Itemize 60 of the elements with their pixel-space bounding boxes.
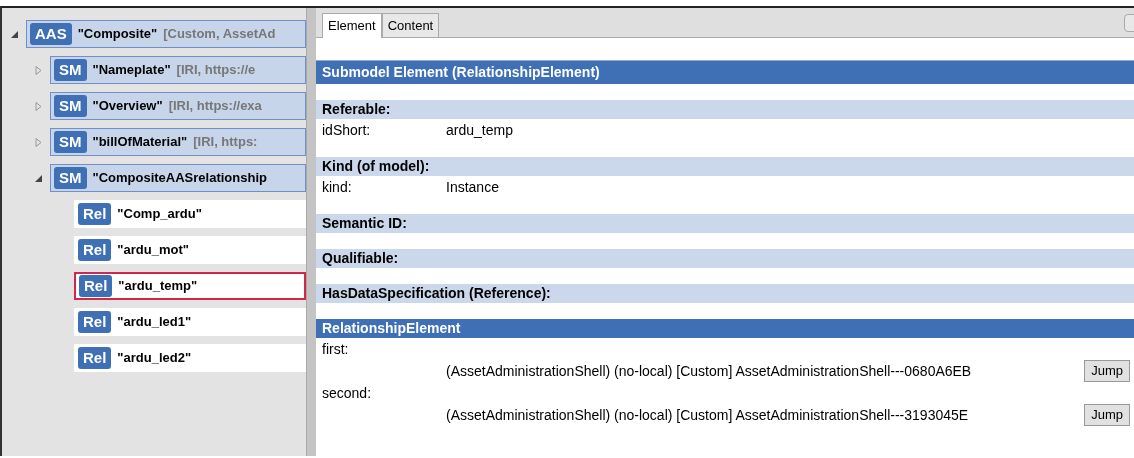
type-badge: AAS (30, 23, 72, 45)
type-badge: Rel (78, 347, 112, 369)
type-badge: SM (54, 167, 87, 189)
item-info: [IRI, https://exa (168, 97, 262, 116)
item-info: [Custom, AssetAd (163, 25, 276, 44)
section-header: Referable: (316, 100, 1134, 119)
type-badge: SM (54, 59, 87, 81)
collapse-icon[interactable] (33, 173, 43, 183)
tree-item[interactable]: Rel "ardu_mot" (74, 236, 306, 264)
expand-icon[interactable] (33, 137, 43, 147)
jump-button[interactable]: Jump (1084, 360, 1130, 382)
item-name: "Nameplate" (92, 61, 171, 80)
field-label: first: (322, 340, 349, 359)
reference-value: (AssetAdministrationShell) (no-local) [Custom] AssetAdministrationShell---0680A6EB (446, 361, 973, 381)
tree-item[interactable]: SM "CompositeAASrelationship (50, 164, 306, 192)
expand-icon[interactable] (33, 65, 43, 75)
section-header: Submodel Element (RelationshipElement) (316, 60, 1134, 84)
tree-item[interactable]: Rel "ardu_temp" (74, 272, 306, 300)
expand-icon[interactable] (33, 101, 43, 111)
section-header: Semantic ID: (316, 214, 1134, 233)
tree-item[interactable]: SM "Nameplate" [IRI, https://e (50, 56, 306, 84)
item-name: "ardu_temp" (118, 277, 198, 296)
item-info: [IRI, https: (193, 133, 258, 152)
field-label: kind: (322, 178, 353, 197)
type-badge: Rel (79, 275, 113, 297)
item-name: "ardu_led1" (117, 313, 192, 332)
toolbar-button[interactable] (1124, 14, 1134, 32)
tree-item[interactable]: Rel "Comp_ardu" (74, 200, 306, 228)
tree-item[interactable]: AAS "Composite" [Custom, AssetAd (26, 20, 306, 48)
item-name: "ardu_led2" (117, 349, 192, 368)
item-name: "Composite" (77, 25, 158, 44)
tab[interactable]: Content (381, 12, 440, 37)
tree-item[interactable]: Rel "ardu_led2" (74, 344, 306, 372)
item-name: "billOfMaterial" (92, 133, 188, 152)
field-label: idShort: (322, 121, 372, 140)
tab[interactable]: Element (322, 12, 382, 38)
type-badge: SM (54, 95, 87, 117)
tree-item[interactable]: Rel "ardu_led1" (74, 308, 306, 336)
field-label: second: (322, 384, 372, 403)
tree-item[interactable]: SM "Overview" [IRI, https://exa (50, 92, 306, 120)
field-value: Instance (446, 178, 499, 197)
item-info: [IRI, https://e (176, 61, 256, 80)
reference-value: (AssetAdministrationShell) (no-local) [Custom] AssetAdministrationShell---3193045E (446, 405, 970, 425)
splitter[interactable] (306, 8, 316, 456)
collapse-icon[interactable] (9, 29, 19, 39)
tree-item[interactable]: SM "billOfMaterial" [IRI, https: (50, 128, 306, 156)
type-badge: Rel (78, 239, 112, 261)
jump-button[interactable]: Jump (1084, 404, 1130, 426)
item-name: "ardu_mot" (117, 241, 189, 260)
section-header: Qualifiable: (316, 249, 1134, 268)
item-name: "Overview" (92, 97, 163, 116)
section-header: RelationshipElement (316, 319, 1134, 338)
type-badge: SM (54, 131, 87, 153)
section-header: Kind (of model): (316, 157, 1134, 176)
item-name: "CompositeAASrelationship (92, 169, 267, 188)
item-name: "Comp_ardu" (117, 205, 202, 224)
type-badge: Rel (78, 311, 112, 333)
field-value: ardu_temp (446, 121, 513, 140)
type-badge: Rel (78, 203, 112, 225)
section-header: HasDataSpecification (Reference): (316, 284, 1134, 303)
